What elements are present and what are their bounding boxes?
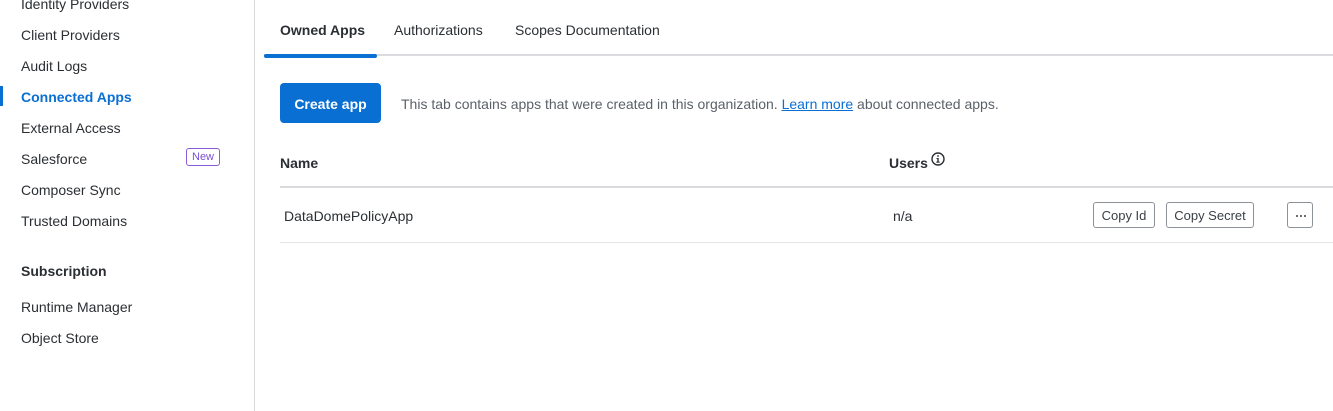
sidebar-item-client-providers[interactable]: Client Providers	[21, 27, 120, 43]
sidebar-item-object-store[interactable]: Object Store	[21, 330, 99, 346]
new-badge: New	[186, 148, 221, 166]
column-header-name: Name	[280, 155, 319, 171]
sidebar-item-identity-providers[interactable]: Identity Providers	[21, 0, 129, 12]
sidebar: Identity Providers Client Providers Audi…	[0, 0, 255, 411]
sidebar-item-audit-logs[interactable]: Audit Logs	[21, 58, 87, 74]
sidebar-item-composer-sync[interactable]: Composer Sync	[21, 182, 121, 198]
app-name-cell: DataDomePolicyApp	[284, 208, 414, 224]
active-indicator	[0, 86, 3, 106]
sidebar-item-trusted-domains[interactable]: Trusted Domains	[21, 213, 127, 229]
table-header: Name Users	[280, 150, 1333, 188]
more-horizontal-icon	[1296, 215, 1306, 217]
sidebar-item-salesforce[interactable]: Salesforce	[21, 151, 87, 167]
tab-active-underline	[264, 54, 377, 58]
learn-more-link[interactable]: Learn more	[782, 96, 854, 112]
copy-secret-button[interactable]: Copy Secret	[1166, 202, 1254, 228]
tab-authorizations[interactable]: Authorizations	[394, 22, 483, 38]
sidebar-item-external-access[interactable]: External Access	[21, 120, 121, 136]
column-header-users: Users	[889, 155, 928, 171]
sidebar-item-runtime-manager[interactable]: Runtime Manager	[21, 299, 132, 315]
create-app-button[interactable]: Create app	[280, 83, 381, 123]
subscription-section-title: Subscription	[21, 263, 107, 279]
more-actions-button[interactable]	[1287, 202, 1313, 228]
tab-underline-track	[264, 54, 1333, 56]
info-text: This tab contains apps that were created…	[401, 96, 999, 112]
info-text-prefix: This tab contains apps that were created…	[401, 96, 778, 112]
info-text-suffix: about connected apps.	[857, 96, 999, 112]
table-row: DataDomePolicyApp n/a Copy Id Copy Secre…	[280, 188, 1333, 243]
tab-scopes-documentation[interactable]: Scopes Documentation	[515, 22, 660, 38]
tab-owned-apps[interactable]: Owned Apps	[280, 22, 365, 38]
info-icon[interactable]	[931, 152, 945, 166]
sidebar-item-connected-apps[interactable]: Connected Apps	[21, 89, 132, 105]
copy-id-button[interactable]: Copy Id	[1093, 202, 1155, 228]
tab-bar: Owned Apps Authorizations Scopes Documen…	[264, 0, 1333, 58]
users-cell: n/a	[893, 208, 913, 224]
